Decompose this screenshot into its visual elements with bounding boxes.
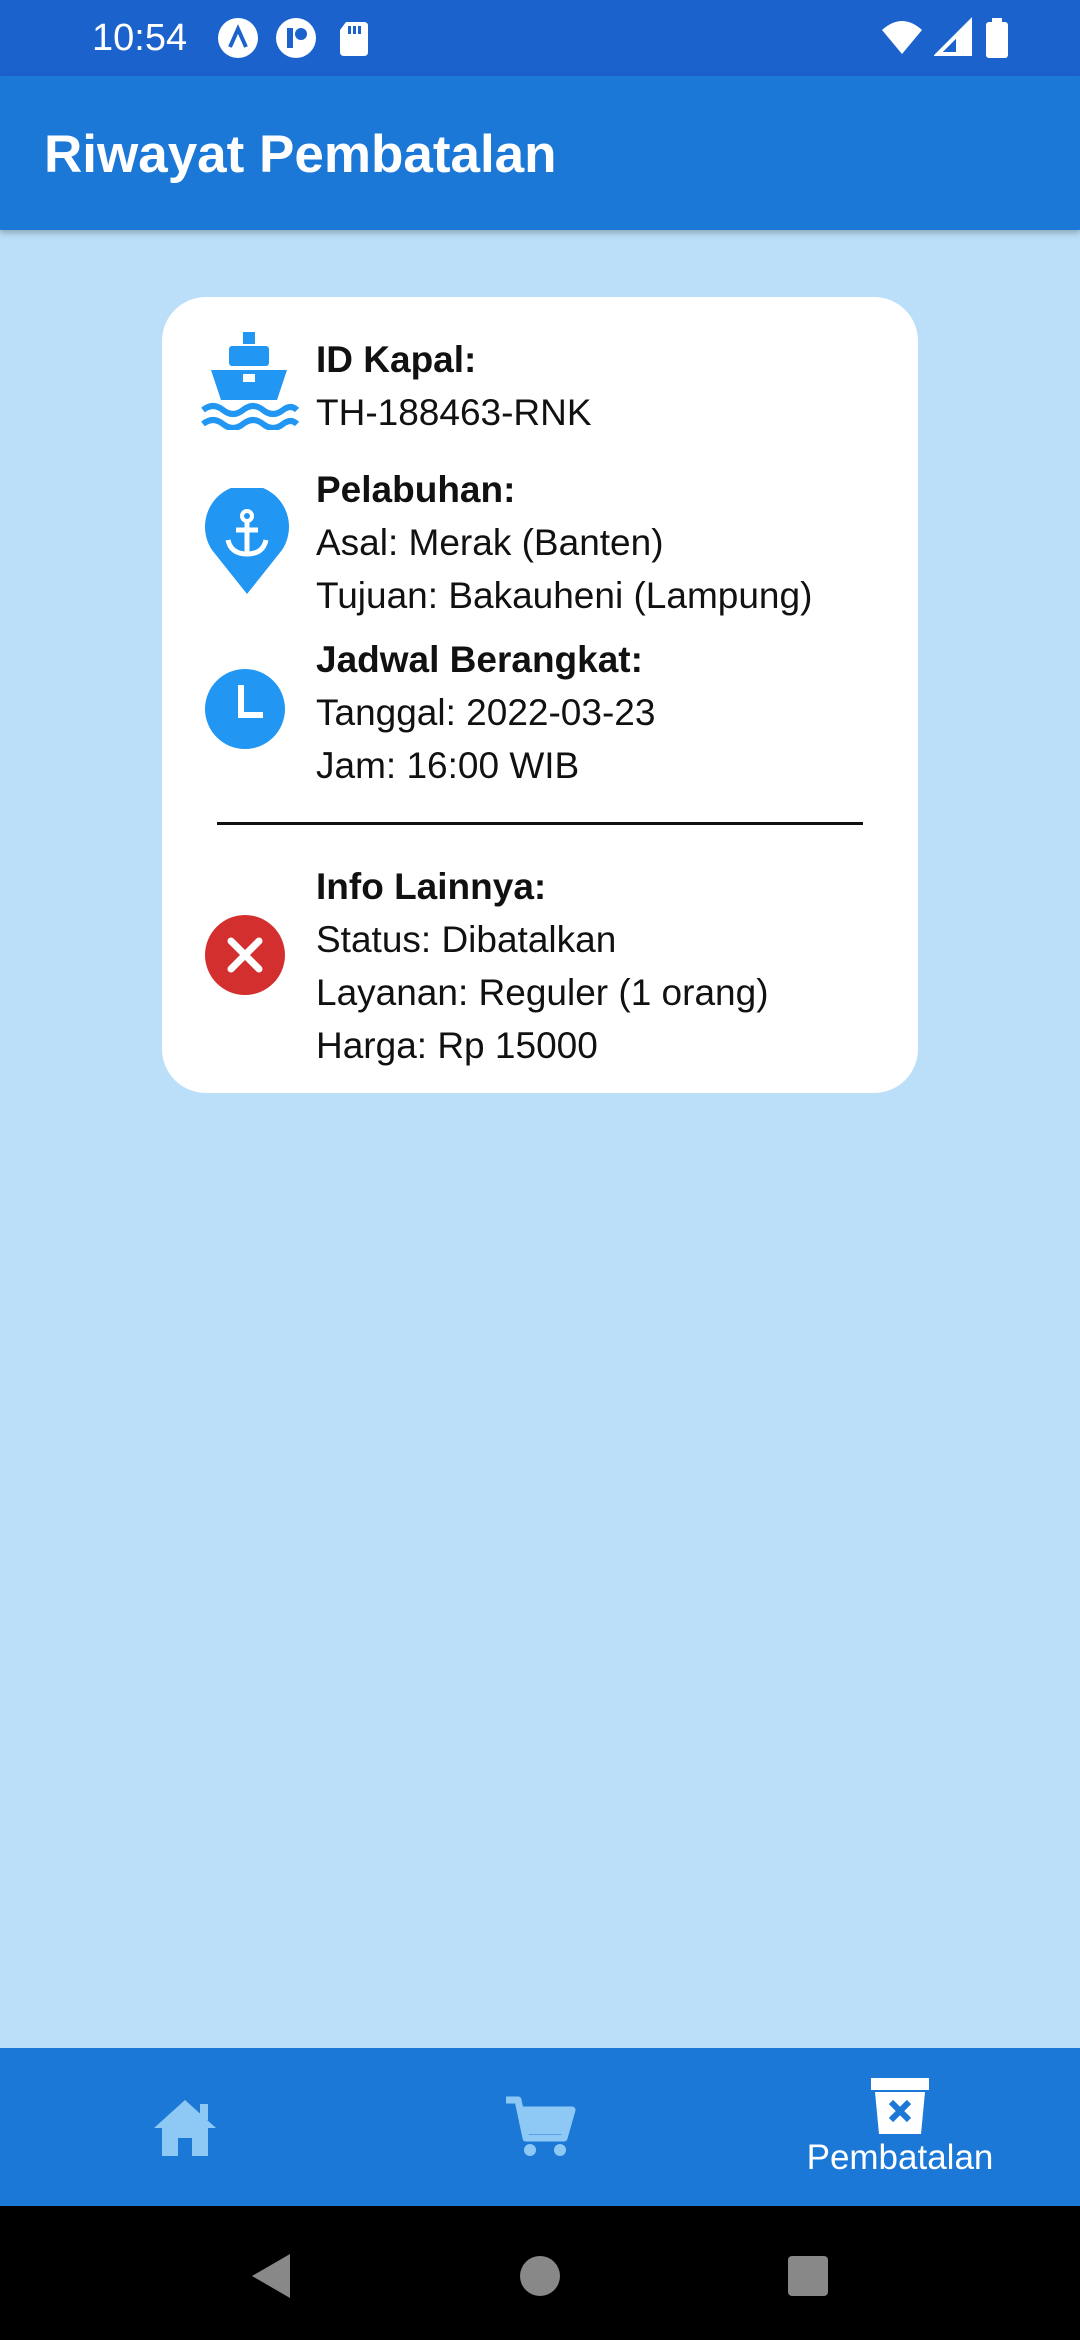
- port-label: Pelabuhan:: [316, 469, 516, 510]
- origin-port: Asal: Merak (Banten): [316, 522, 664, 563]
- destination-port: Tujuan: Bakauheni (Lampung): [316, 575, 813, 616]
- notification-app-icon: [216, 16, 260, 60]
- price-text: Harga: Rp 15000: [316, 1025, 598, 1066]
- wifi-icon: [882, 21, 922, 54]
- departure-date: Tanggal: 2022-03-23: [316, 692, 656, 733]
- nav-cart[interactable]: [465, 2048, 615, 2206]
- app-bar: Riwayat Pembatalan: [0, 76, 1080, 230]
- back-triangle-icon: [252, 2254, 290, 2298]
- service-text: Layanan: Reguler (1 orang): [316, 972, 769, 1013]
- back-button[interactable]: [240, 2246, 300, 2306]
- cancelled-status-icon: [190, 900, 300, 1010]
- notification-icons: [216, 16, 376, 60]
- recents-button[interactable]: [778, 2246, 838, 2306]
- cellular-signal-icon: [934, 17, 972, 56]
- recents-square-icon: [788, 2256, 828, 2296]
- nav-cancellation[interactable]: Pembatalan: [770, 2048, 1030, 2206]
- ship-id-value: TH-188463-RNK: [316, 392, 592, 433]
- status-time: 10:54: [92, 17, 188, 59]
- cart-icon: [506, 2096, 576, 2156]
- status-text: Status: Dibatalkan: [316, 919, 617, 960]
- status-bar: 10:54: [0, 0, 1080, 76]
- clock-icon: [190, 654, 300, 764]
- system-navigation-bar: [0, 2206, 1080, 2340]
- system-status-icons: [880, 16, 1010, 60]
- home-button[interactable]: [510, 2246, 570, 2306]
- nav-home[interactable]: [110, 2048, 260, 2206]
- notification-app-icon-2: [274, 16, 318, 60]
- page-title: Riwayat Pembatalan: [44, 125, 557, 184]
- battery-icon: [986, 18, 1008, 58]
- sd-card-icon: [332, 16, 376, 60]
- cancel-bin-icon: [871, 2078, 929, 2134]
- departure-time: Jam: 16:00 WIB: [316, 745, 580, 786]
- cancellation-card[interactable]: ID Kapal: TH-188463-RNK Pelabuhan: Asal:…: [162, 297, 918, 1093]
- ship-icon: [194, 325, 304, 435]
- nav-cancellation-label: Pembatalan: [806, 2138, 994, 2177]
- info-label: Info Lainnya:: [316, 866, 547, 907]
- anchor-location-icon: [192, 487, 302, 597]
- schedule-label: Jadwal Berangkat:: [316, 639, 643, 680]
- divider: [217, 822, 863, 825]
- home-icon: [154, 2100, 216, 2156]
- bottom-navigation: Pembatalan: [0, 2048, 1080, 2206]
- ship-id-label: ID Kapal:: [316, 339, 477, 380]
- home-circle-icon: [520, 2256, 560, 2296]
